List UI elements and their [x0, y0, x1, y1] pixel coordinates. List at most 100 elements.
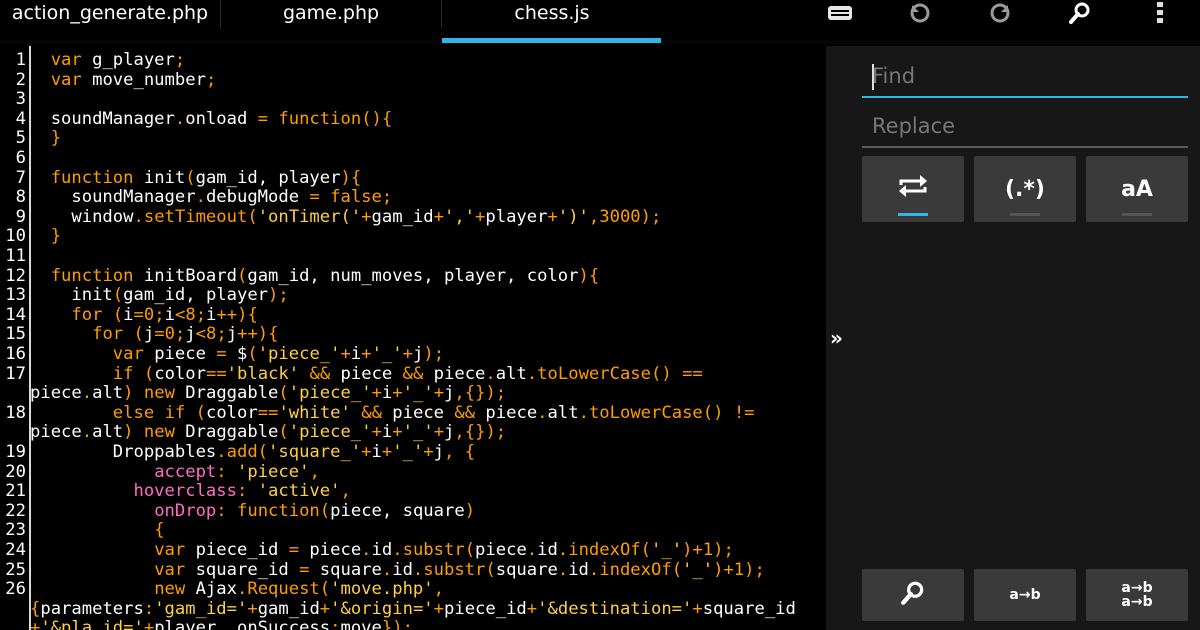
line-number: 7 [15, 167, 26, 188]
line-number: 12 [5, 265, 26, 286]
replace-placeholder: Replace [872, 114, 956, 138]
code-line: 26 new Ajax.Request('move.php', [0, 579, 826, 599]
regex-toggle[interactable]: (.*) [974, 156, 1076, 222]
regex-label: (.*) [1005, 176, 1045, 202]
line-text: var piece_id = piece.id.substr(piece.id.… [154, 540, 734, 560]
find-button[interactable] [862, 569, 964, 621]
line-number: 20 [5, 461, 26, 482]
line-number: 5 [15, 128, 26, 149]
line-text: new Ajax.Request('move.php', [154, 579, 444, 600]
toggle-indicator [1122, 213, 1152, 216]
line-number: 21 [5, 481, 26, 502]
line-number: 16 [5, 344, 26, 364]
replace-all-label: a→b a→b [1121, 580, 1153, 610]
code-line: 17 if (color=='black' && piece && piece.… [0, 364, 826, 384]
find-input[interactable]: Find [862, 58, 1188, 98]
line-number: 11 [5, 246, 26, 266]
line-number: 25 [5, 559, 26, 580]
line-number: 15 [5, 324, 26, 345]
replace-input[interactable]: Replace [862, 108, 1188, 148]
line-number: 2 [15, 69, 26, 90]
tab-label: game.php [282, 2, 380, 24]
line-number: 17 [5, 363, 26, 384]
line-number: 8 [15, 187, 26, 208]
line-number: 14 [5, 304, 26, 325]
search-icon [900, 580, 926, 610]
code-line: 20 accept: 'piece', [0, 462, 826, 482]
line-number: 9 [15, 206, 26, 227]
active-tab-indicator [442, 38, 661, 43]
line-number: 1 [15, 50, 26, 70]
line-text: } [50, 226, 62, 247]
code-line: 14 for (i=0;i<8;i++){ [0, 305, 826, 325]
line-number: 10 [5, 226, 26, 247]
line-text: for (i=0;i<8;i++){ [71, 304, 258, 325]
line-number: 22 [5, 500, 26, 521]
line-text: } [50, 128, 62, 149]
search-icon[interactable] [1060, 0, 1100, 26]
replace-button[interactable]: a→b [974, 569, 1076, 621]
keyboard-icon[interactable] [820, 0, 860, 26]
line-number: 26 [5, 579, 26, 600]
replace-label: a→b [1009, 587, 1041, 603]
code-line: +'&pla_id='+player, onSuccess:move}); [0, 618, 826, 630]
code-line: piece.alt) new Draggable('piece_'+i+'_'+… [0, 422, 826, 442]
line-number: 3 [15, 89, 26, 110]
line-text: function init(gam_id, player){ [50, 167, 362, 188]
code-line: 7 function init(gam_id, player){ [0, 168, 826, 188]
line-text: hoverclass: 'active', [133, 481, 351, 502]
code-line: 19 Droppables.add('square_'+i+'_'+j, { [0, 442, 826, 462]
tab-game-php[interactable]: game.php [221, 0, 441, 44]
code-editor[interactable]: 1 var g_player; 2 var move_number; 3 4 soun… [0, 46, 826, 630]
line-text: var piece = $('piece_'+i+'_'+j); [112, 344, 445, 364]
tab-label: chess.js [514, 2, 590, 24]
code-line: {parameters:'gam_id='+gam_id+'&origin='+… [0, 599, 826, 619]
code-line: 12 function initBoard(gam_id, num_moves,… [0, 266, 826, 286]
code-line: 25 var square_id = square.id.substr(squa… [0, 560, 826, 580]
toggle-indicator [1010, 213, 1040, 216]
toggle-indicator [898, 213, 928, 216]
line-text: soundManager.debugMode = false; [30, 187, 393, 208]
code-line: 15 for (j=0;j<8;j++){ [0, 324, 826, 344]
find-placeholder: Find [872, 64, 916, 88]
find-input-underline [862, 96, 1188, 98]
line-text: var move_number; [50, 69, 217, 90]
line-text: soundManager.onload = function(){ [30, 108, 393, 129]
overflow-menu-icon[interactable] [1140, 0, 1180, 26]
line-text: var square_id = square.id.substr(square.… [154, 559, 765, 580]
code-line: 16 var piece = $('piece_'+i+'_'+j); [0, 344, 826, 364]
redo-icon[interactable] [980, 0, 1020, 26]
text-cursor [872, 64, 874, 90]
code-line: 10 } [0, 226, 826, 246]
code-line: 13 init(gam_id, player); [0, 285, 826, 305]
repeat-icon [896, 173, 930, 205]
tab-bar: action_generate.php game.php chess.js [0, 0, 1200, 44]
line-text: Droppables.add('square_'+i+'_'+j, { [30, 442, 476, 462]
code-line: 4 soundManager.onload = function(){ [0, 109, 826, 129]
code-line: 22 onDrop: function(piece, square) [0, 501, 826, 521]
code-line: 3 [0, 89, 826, 109]
line-number: 18 [5, 402, 26, 423]
wrap-around-toggle[interactable] [862, 156, 964, 222]
line-text: +'&pla_id='+player, onSuccess:move}); [30, 618, 413, 630]
code-line: 1 var g_player; [0, 50, 826, 70]
line-text: else if (color=='white' && piece && piec… [112, 402, 755, 423]
code-line: 23 { [0, 520, 826, 540]
line-text: init(gam_id, player); [30, 285, 289, 306]
tab-action-generate[interactable]: action_generate.php [0, 0, 220, 44]
line-text: if (color=='black' && piece && piece.alt… [112, 363, 703, 384]
code-line: 11 [0, 246, 826, 266]
code-line: piece.alt) new Draggable('piece_'+i+'_'+… [0, 383, 826, 403]
code-line: 9 window.setTimeout('onTimer('+gam_id+',… [0, 207, 826, 227]
collapse-panel-button[interactable]: » [830, 326, 843, 350]
code-line: 18 else if (color=='white' && piece && p… [0, 403, 826, 423]
undo-icon[interactable] [900, 0, 940, 26]
line-text: function initBoard(gam_id, num_moves, pl… [50, 265, 600, 286]
line-text: accept: 'piece', [154, 461, 320, 482]
line-text: piece.alt) new Draggable('piece_'+i+'_'+… [30, 383, 507, 404]
tab-label: action_generate.php [11, 2, 209, 24]
replace-all-button[interactable]: a→b a→b [1086, 569, 1188, 621]
line-text: window.setTimeout('onTimer('+gam_id+','+… [30, 206, 662, 227]
match-case-toggle[interactable]: aA [1086, 156, 1188, 222]
line-number: 24 [5, 540, 26, 560]
